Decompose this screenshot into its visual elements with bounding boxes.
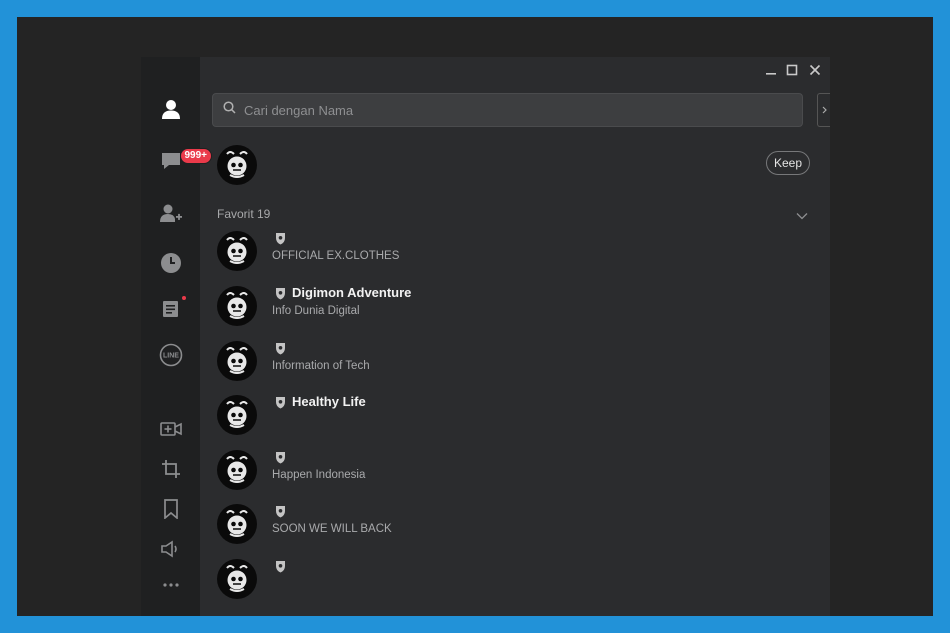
contact-name: Healthy Life xyxy=(292,394,366,409)
official-badge-icon xyxy=(275,232,286,250)
contact-status: Information of Tech xyxy=(272,360,370,372)
crop-icon xyxy=(161,459,181,479)
chevron-right-icon xyxy=(822,101,827,119)
add-friend-icon xyxy=(159,203,183,223)
video-add-icon xyxy=(159,421,182,437)
notes-icon xyxy=(162,296,186,318)
screenshot-frame: 999+ LINE Cari dengan Nama Keep Favorit … xyxy=(17,17,933,616)
profile-icon xyxy=(161,99,181,119)
avatar xyxy=(217,504,257,544)
search-icon xyxy=(223,101,236,119)
sidebar-item-screenshot[interactable] xyxy=(141,451,200,487)
avatar xyxy=(217,450,257,490)
contact-status: SOON WE WILL BACK xyxy=(272,523,392,535)
avatar xyxy=(217,341,257,381)
sidebar: 999+ LINE xyxy=(141,57,213,616)
keep-button[interactable]: Keep xyxy=(766,151,810,175)
avatar xyxy=(217,395,257,435)
list-item[interactable] xyxy=(200,553,830,607)
official-badge-icon xyxy=(275,505,286,523)
notification-dot xyxy=(181,296,186,300)
list-item[interactable]: SOON WE WILL BACK xyxy=(200,498,830,552)
bookmark-icon xyxy=(163,499,179,519)
official-badge-icon xyxy=(275,342,286,360)
sidebar-item-more[interactable] xyxy=(141,567,200,603)
main-panel: Keep Favorit 19 OFFICIAL EX.CLOTHES Digim… xyxy=(200,57,830,616)
sidebar-item-video-call[interactable] xyxy=(141,411,200,447)
search-bar xyxy=(212,93,803,127)
contact-name: Digimon Adventure xyxy=(292,285,412,300)
close-icon xyxy=(809,63,821,81)
list-item[interactable]: OFFICIAL EX.CLOTHES xyxy=(200,225,830,279)
sidebar-item-timeline[interactable] xyxy=(141,245,200,281)
sidebar-item-keep[interactable] xyxy=(141,491,200,527)
close-button[interactable] xyxy=(806,63,824,81)
list-item[interactable]: Happen Indonesia xyxy=(200,444,830,498)
line-icon: LINE xyxy=(159,343,183,367)
svg-text:LINE: LINE xyxy=(163,353,179,360)
sidebar-item-sound[interactable] xyxy=(141,531,200,567)
clock-icon xyxy=(160,252,182,274)
official-badge-icon xyxy=(275,451,286,469)
avatar xyxy=(217,559,257,599)
avatar xyxy=(217,231,257,271)
contact-status: Info Dunia Digital xyxy=(272,305,360,317)
official-badge-icon xyxy=(275,560,286,578)
maximize-button[interactable] xyxy=(783,63,801,81)
avatar xyxy=(217,286,257,326)
sidebar-item-notes[interactable] xyxy=(141,291,200,327)
sidebar-item-line[interactable]: LINE xyxy=(141,337,200,373)
avatar xyxy=(217,145,257,185)
minimize-button[interactable] xyxy=(762,63,780,81)
search-input[interactable] xyxy=(242,101,786,119)
list-item[interactable]: Digimon Adventure Info Dunia Digital xyxy=(200,280,830,334)
favorites-section-label: Favorit 19 xyxy=(217,207,271,221)
my-profile-row[interactable] xyxy=(200,141,740,189)
sidebar-item-chats[interactable]: 999+ xyxy=(141,143,213,179)
sidebar-item-friends[interactable] xyxy=(141,91,200,127)
official-badge-icon xyxy=(275,396,286,414)
sidebar-item-add-friend[interactable] xyxy=(141,195,200,231)
official-badge-icon xyxy=(275,287,286,305)
contact-status: OFFICIAL EX.CLOTHES xyxy=(272,250,400,262)
line-app-window: 999+ LINE Cari dengan Nama Keep Favorit … xyxy=(141,57,830,616)
chat-icon: 999+ xyxy=(160,148,213,171)
list-item[interactable]: Healthy Life xyxy=(200,389,830,443)
collapse-panel-button[interactable] xyxy=(817,93,830,127)
more-icon xyxy=(162,582,180,588)
maximize-icon xyxy=(786,63,798,81)
minimize-icon xyxy=(765,63,777,81)
list-item[interactable]: Information of Tech xyxy=(200,335,830,389)
speaker-icon xyxy=(160,540,182,558)
chevron-down-icon[interactable] xyxy=(796,207,808,225)
contact-status: Happen Indonesia xyxy=(272,469,366,481)
